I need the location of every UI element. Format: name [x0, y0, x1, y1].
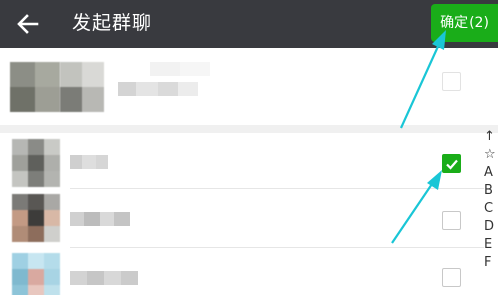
select-checkbox[interactable] [442, 154, 461, 173]
index-letter[interactable]: E [484, 236, 498, 254]
avatar [60, 62, 104, 112]
alphabet-index[interactable]: ↑ ☆ A B C D E F [484, 128, 498, 272]
contact-row[interactable] [0, 249, 498, 295]
title-bar: 发起群聊 确定(2) [0, 0, 498, 48]
confirm-button[interactable]: 确定(2) [431, 4, 498, 42]
select-checkbox[interactable] [442, 268, 461, 287]
avatar [12, 139, 60, 187]
avatar [12, 194, 60, 242]
index-letter[interactable]: ☆ [484, 146, 498, 164]
index-letter[interactable]: ↑ [484, 128, 498, 146]
index-letter[interactable]: C [484, 200, 498, 218]
index-letter[interactable]: F [484, 254, 498, 272]
create-group-chat-screen: 发起群聊 确定(2) ↑ ☆ A B C D E F [0, 0, 498, 295]
confirm-label: 确定 [440, 15, 469, 31]
select-checkbox[interactable] [442, 211, 461, 230]
index-letter[interactable]: D [484, 218, 498, 236]
back-button[interactable] [10, 6, 46, 42]
index-letter[interactable]: B [484, 182, 498, 200]
arrow-left-icon [17, 14, 39, 34]
select-checkbox[interactable] [442, 72, 461, 91]
index-letter[interactable]: A [484, 164, 498, 182]
selected-count: (2) [469, 15, 489, 31]
contact-name-redacted [150, 62, 210, 76]
contact-name-redacted [70, 212, 130, 226]
contact-row[interactable] [0, 190, 498, 248]
contact-name-redacted [70, 155, 108, 169]
section-divider [0, 125, 498, 133]
avatar [10, 62, 60, 112]
contact-name-redacted [70, 271, 138, 285]
page-title: 发起群聊 [72, 12, 153, 34]
contact-name-redacted [118, 82, 198, 96]
contact-row[interactable] [0, 48, 498, 125]
avatar [12, 253, 60, 295]
checkmark-icon [446, 159, 458, 170]
contact-row[interactable] [0, 133, 498, 189]
